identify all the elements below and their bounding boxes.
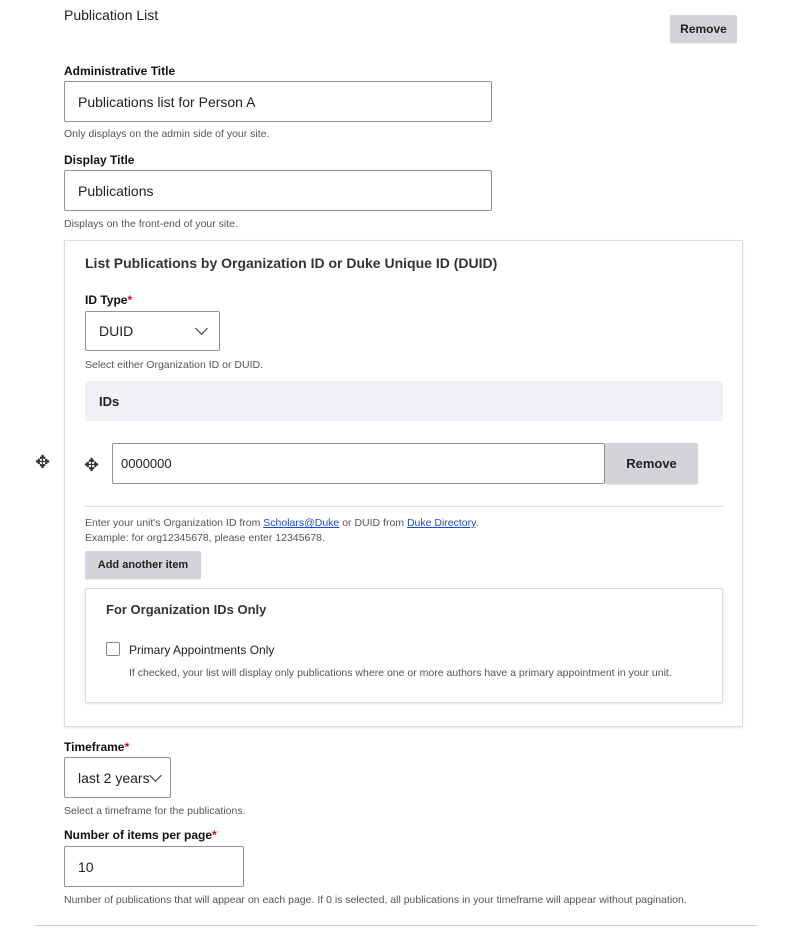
display-title-value: Publications [78, 182, 154, 199]
drag-handle-icon[interactable]: ✥ [35, 452, 50, 473]
primary-appointments-label[interactable]: Primary Appointments Only [129, 643, 274, 657]
timeframe-label: Timeframe* [64, 740, 130, 754]
duke-directory-link[interactable]: Duke Directory [407, 517, 476, 529]
id-type-label: ID Type* [85, 293, 133, 307]
drag-handle-icon[interactable]: ✥ [84, 455, 99, 476]
divider [85, 506, 723, 507]
divider [35, 925, 757, 926]
id-type-select[interactable]: DUID [85, 311, 220, 351]
items-per-page-label: Number of items per page* [64, 828, 217, 842]
admin-title-input[interactable]: Publications list for Person A [64, 81, 492, 122]
section-title: Publication List [64, 7, 159, 23]
primary-appointments-help: If checked, your list will display only … [129, 667, 672, 679]
display-title-label: Display Title [64, 153, 135, 167]
id-type-value: DUID [99, 323, 134, 339]
admin-title-help: Only displays on the admin side of your … [64, 128, 270, 140]
scholars-link[interactable]: Scholars@Duke [263, 517, 339, 529]
ids-header: IDs [85, 381, 723, 421]
chevron-down-icon [195, 322, 208, 335]
remove-section-button[interactable]: Remove [670, 15, 737, 43]
ids-example: Example: for org12345678, please enter 1… [85, 532, 325, 544]
add-another-item-button[interactable]: Add another item [85, 551, 201, 579]
primary-appointments-checkbox[interactable] [106, 642, 120, 656]
list-by-heading: List Publications by Organization ID or … [85, 255, 498, 271]
timeframe-help: Select a timeframe for the publications. [64, 805, 246, 817]
ids-help: Enter your unit's Organization ID from S… [85, 517, 479, 529]
org-only-heading: For Organization IDs Only [106, 602, 267, 617]
display-title-input[interactable]: Publications [64, 170, 492, 211]
id-value: 0000000 [121, 456, 172, 471]
timeframe-select[interactable]: last 2 years [64, 757, 171, 798]
id-type-help: Select either Organization ID or DUID. [85, 359, 263, 371]
items-per-page-input[interactable]: 10 [64, 846, 244, 887]
items-per-page-help: Number of publications that will appear … [64, 894, 687, 906]
id-input[interactable]: 0000000 [112, 443, 605, 484]
display-title-help: Displays on the front-end of your site. [64, 218, 238, 230]
admin-title-value: Publications list for Person A [78, 93, 256, 110]
admin-title-label: Administrative Title [64, 64, 176, 78]
chevron-down-icon [149, 769, 162, 782]
timeframe-value: last 2 years [78, 769, 150, 786]
remove-id-button[interactable]: Remove [605, 443, 698, 484]
items-per-page-value: 10 [78, 858, 94, 875]
